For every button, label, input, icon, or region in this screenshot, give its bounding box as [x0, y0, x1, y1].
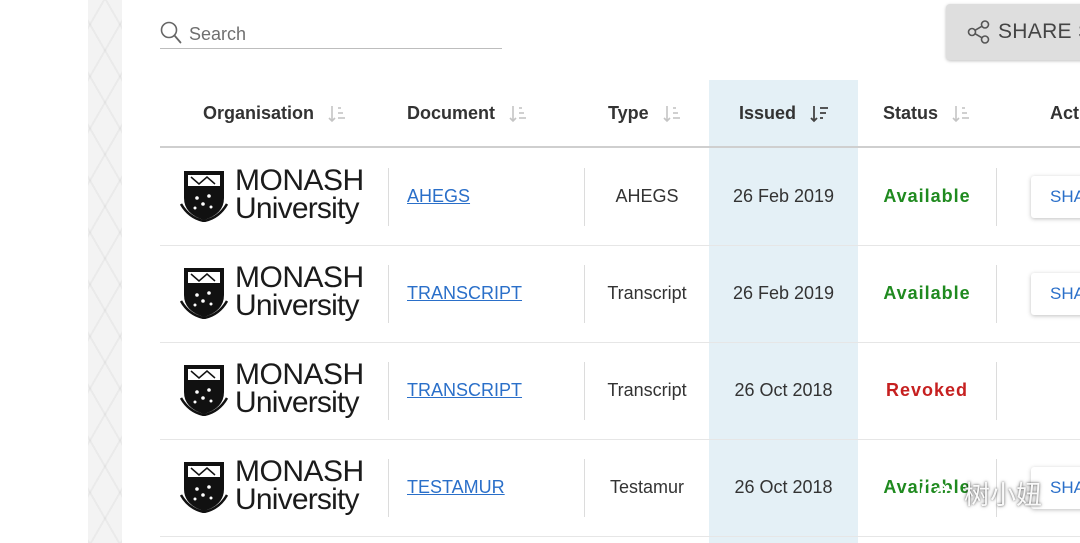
cell-divider	[996, 265, 997, 323]
row-share-button[interactable]: SHA	[1031, 273, 1080, 315]
sort-icon[interactable]	[509, 104, 529, 124]
cell-divider	[388, 265, 389, 323]
column-header-label: Issued	[739, 103, 797, 123]
search-icon	[160, 21, 182, 44]
sort-icon[interactable]	[952, 104, 972, 124]
logo-line2: University	[235, 289, 360, 322]
cell-divider	[388, 362, 389, 420]
type-cell: Transcript	[607, 283, 687, 303]
issued-cell: 26 Feb 2019	[732, 186, 835, 206]
share-icon	[967, 20, 990, 44]
monash-crest-icon	[179, 171, 229, 222]
monash-crest-icon	[179, 462, 229, 513]
sort-active-icon[interactable]	[810, 104, 830, 124]
wechat-icon	[921, 480, 956, 506]
column-header-label: Status	[883, 103, 939, 123]
column-header-label: Type	[608, 103, 649, 123]
table-row: MONASH University AHEGS AHEGS 26 Feb 201…	[160, 148, 1080, 246]
logo-line2: University	[235, 386, 360, 419]
search-bar	[160, 18, 502, 49]
table-row: MONASH University TRANSCRIPT Transcript …	[160, 342, 1080, 440]
table-row: MONASH University TRANSCRIPT Transcript …	[160, 245, 1080, 343]
monash-crest-icon	[179, 268, 229, 319]
logo-line2: University	[235, 192, 360, 225]
status-badge: Available	[883, 283, 971, 303]
status-badge: Revoked	[885, 380, 969, 400]
monash-university-logo: MONASH University	[179, 360, 364, 418]
watermark: 树小妞	[920, 475, 1042, 512]
column-header-status[interactable]: Status	[883, 80, 972, 147]
column-header-label: Organisation	[203, 103, 315, 123]
type-cell: Transcript	[607, 380, 687, 400]
monash-university-logo: MONASH University	[179, 166, 364, 224]
monash-crest-icon	[179, 365, 229, 416]
monash-university-logo: MONASH University	[179, 457, 364, 515]
decorative-pattern-strip	[88, 0, 122, 543]
column-header-label: Document	[407, 103, 496, 123]
column-header-organisation[interactable]: Organisation	[203, 80, 348, 147]
page-margin	[0, 0, 88, 543]
issued-cell: 26 Feb 2019	[732, 283, 835, 303]
column-header-actions[interactable]: Acti	[1050, 80, 1080, 147]
status-badge: Available	[883, 186, 971, 206]
cell-divider	[388, 459, 389, 517]
column-header-type[interactable]: Type	[608, 80, 683, 147]
document-link[interactable]: TRANSCRIPT	[407, 342, 522, 439]
watermark-text: 树小妞	[964, 480, 1043, 510]
document-link[interactable]: TESTAMUR	[407, 439, 505, 536]
logo-line2: University	[235, 483, 360, 516]
table-header: Organisation Document Type Issued Status…	[160, 80, 1080, 147]
column-header-issued[interactable]: Issued	[739, 80, 830, 147]
issued-cell: 26 Oct 2018	[734, 380, 833, 400]
document-link[interactable]: TRANSCRIPT	[407, 245, 522, 342]
monash-university-logo: MONASH University	[179, 263, 364, 321]
cell-divider	[388, 168, 389, 226]
row-share-button[interactable]: SHA	[1031, 176, 1080, 218]
type-cell: AHEGS	[615, 186, 679, 206]
sort-icon[interactable]	[663, 104, 683, 124]
sort-icon[interactable]	[328, 104, 348, 124]
column-header-document[interactable]: Document	[407, 80, 529, 147]
share-button[interactable]: SHARE S	[946, 4, 1080, 60]
share-button-label: SHARE S	[998, 20, 1080, 43]
cell-divider	[996, 168, 997, 226]
cell-divider	[996, 362, 997, 420]
type-cell: Testamur	[609, 477, 685, 497]
column-header-label: Acti	[1050, 103, 1080, 123]
issued-cell: 26 Oct 2018	[734, 477, 833, 497]
document-link[interactable]: AHEGS	[407, 148, 470, 245]
search-input[interactable]	[187, 22, 491, 46]
